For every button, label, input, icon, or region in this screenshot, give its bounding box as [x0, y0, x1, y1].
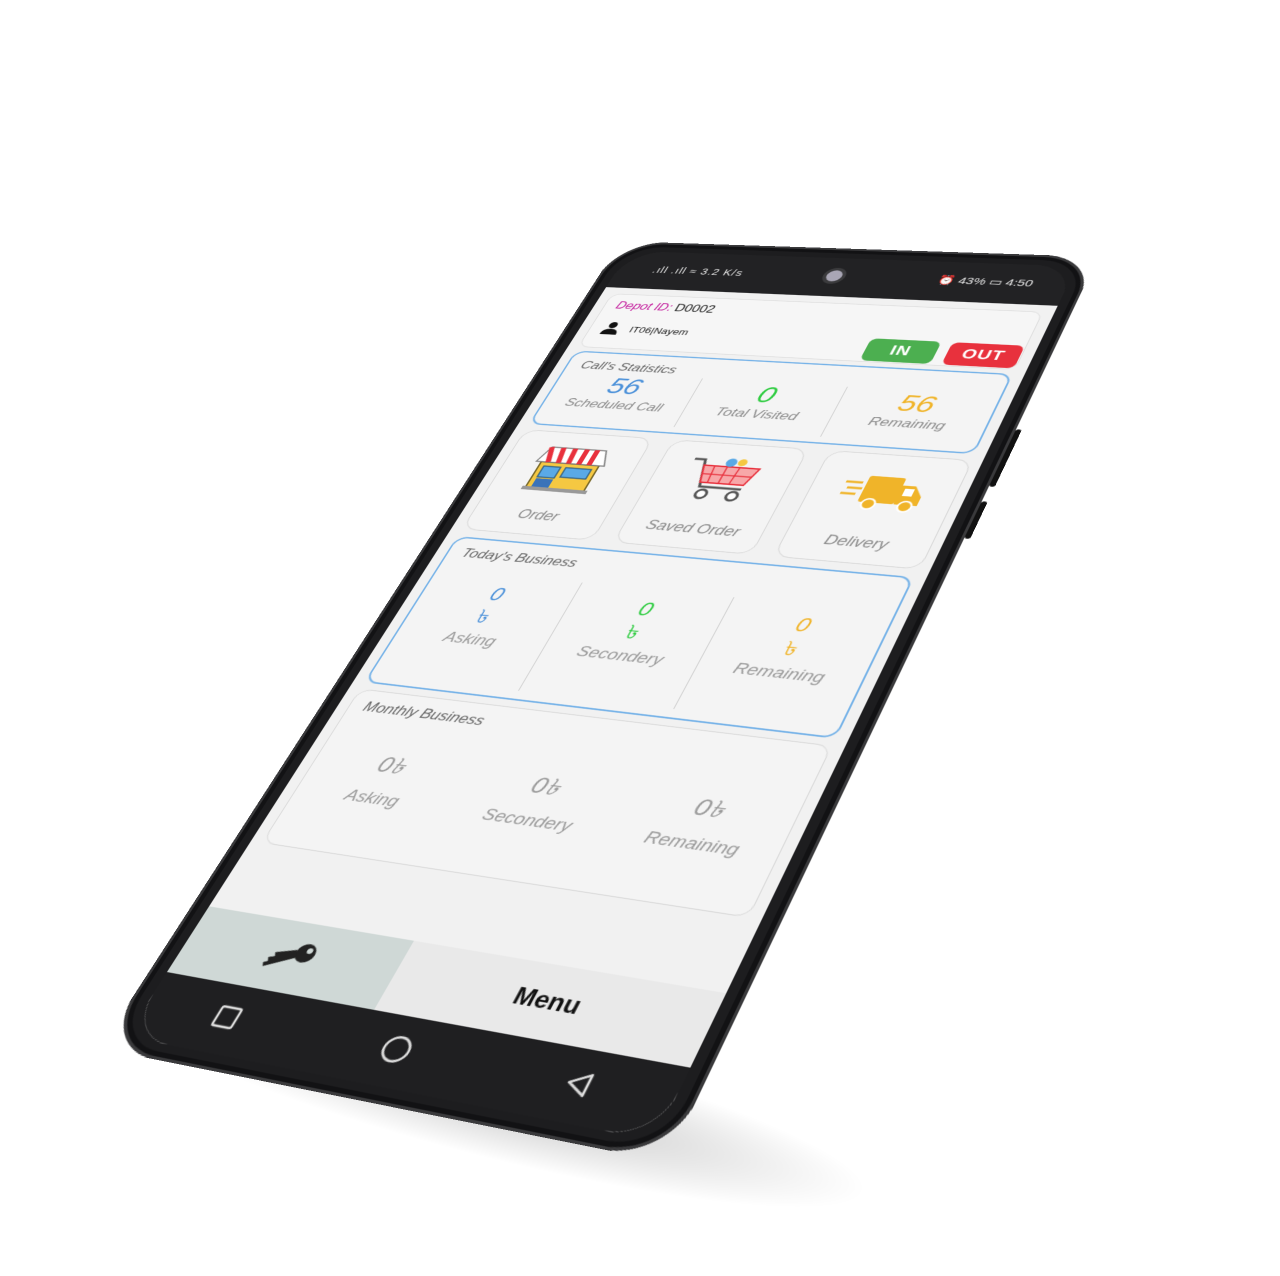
- home-button[interactable]: [371, 1031, 420, 1071]
- check-out-button[interactable]: OUT: [941, 342, 1025, 368]
- cart-icon: [667, 453, 774, 508]
- phone-screen: .ıll .ıll ≈ 3.2 K/s ⏰ 43% ▭ 4:50 Depot I…: [126, 251, 1077, 1141]
- power-button: [964, 501, 988, 539]
- shop-icon: [515, 442, 619, 495]
- clock-time: 4:50: [1003, 277, 1035, 289]
- key-icon: [255, 936, 324, 977]
- monthly-secondery: 0৳ Secondery: [442, 759, 636, 842]
- monthly-stats-row: 0৳ Asking 0৳ Secondery 0৳ Remaining: [291, 739, 804, 866]
- depot-info: Depot ID: D0002: [613, 301, 717, 316]
- triangle-back-icon: [556, 1066, 601, 1100]
- battery-percent: 43%: [956, 276, 988, 288]
- monthly-title: Monthly Business: [359, 699, 488, 730]
- signal-wifi-status: .ıll .ıll ≈ 3.2 K/s: [650, 265, 745, 278]
- stat-total-visited: 0 Total Visited: [673, 378, 847, 436]
- tile-label: Order: [470, 503, 608, 529]
- monthly-remaining: 0৳ Remaining: [602, 780, 804, 867]
- delivery-tile[interactable]: Delivery: [773, 450, 973, 569]
- check-in-button[interactable]: IN: [859, 338, 941, 364]
- depot-label: Depot ID:: [613, 301, 674, 314]
- circle-icon: [373, 1031, 420, 1066]
- phone-body: .ıll .ıll ≈ 3.2 K/s ⏰ 43% ▭ 4:50 Depot I…: [100, 241, 1099, 1162]
- user-name: IT06|Nayem: [627, 325, 691, 337]
- truck-icon: [827, 464, 936, 521]
- square-icon: [208, 1002, 247, 1031]
- today-title: Today's Business: [458, 546, 581, 571]
- tile-label: Delivery: [781, 529, 933, 557]
- status-right: ⏰ 43% ▭ 4:50: [935, 274, 1035, 289]
- battery-icon: ▭: [987, 277, 1005, 288]
- back-button[interactable]: [554, 1066, 601, 1105]
- depot-id: D0002: [672, 303, 717, 315]
- stat-remaining: 56 Remaining: [820, 387, 1000, 447]
- recent-apps-button[interactable]: [205, 1002, 247, 1036]
- app-content: Depot ID: D0002 IT06|Nayem IN OUT Call's…: [126, 287, 1058, 1141]
- phone-mockup: .ıll .ıll ≈ 3.2 K/s ⏰ 43% ▭ 4:50 Depot I…: [100, 241, 1099, 1162]
- user-icon: [598, 321, 624, 335]
- alarm-icon: ⏰: [935, 275, 957, 286]
- front-camera: [824, 270, 846, 282]
- stage: .ıll .ıll ≈ 3.2 K/s ⏰ 43% ▭ 4:50 Depot I…: [0, 0, 1280, 1276]
- tile-label: Saved Order: [621, 515, 766, 542]
